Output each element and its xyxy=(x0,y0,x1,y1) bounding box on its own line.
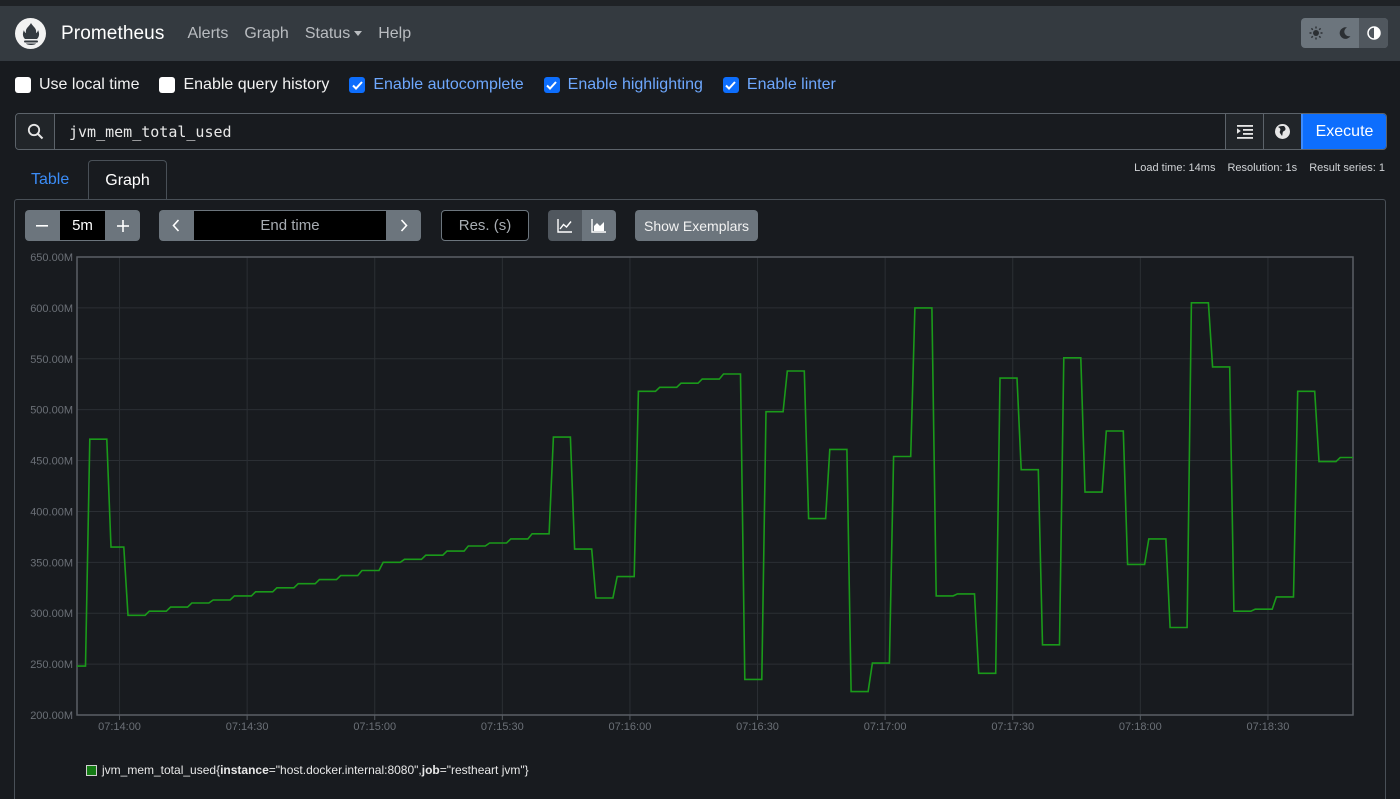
resolution-input[interactable]: Res. (s) xyxy=(441,210,529,241)
end-time-picker: End time xyxy=(159,210,421,241)
decrease-range-button[interactable] xyxy=(25,210,59,241)
legend-eq: =" xyxy=(439,763,452,777)
format-expression-icon[interactable] xyxy=(1225,114,1263,149)
increase-range-button[interactable] xyxy=(106,210,140,241)
execute-button[interactable]: Execute xyxy=(1301,114,1386,149)
option-enable-linter[interactable]: Enable linter xyxy=(722,76,836,94)
option-use-local-time[interactable]: Use local time xyxy=(15,76,139,94)
option-label: Enable highlighting xyxy=(567,76,703,93)
metrics-explorer-globe-icon[interactable] xyxy=(1263,114,1301,149)
sun-icon[interactable] xyxy=(1301,18,1330,48)
tab-table[interactable]: Table xyxy=(15,160,85,200)
option-label: Enable linter xyxy=(746,76,836,93)
option-label: Enable query history xyxy=(183,76,330,93)
chevron-left-icon[interactable] xyxy=(159,210,193,241)
checkbox-checked-icon[interactable] xyxy=(722,77,739,93)
navbar: Prometheus Alerts Graph Status Help xyxy=(0,0,1400,61)
tab-graph[interactable]: Graph xyxy=(88,160,167,200)
option-enable-autocomplete[interactable]: Enable autocomplete xyxy=(349,76,524,94)
query-stats: Load time: 14ms Resolution: 1s Result se… xyxy=(1134,162,1385,174)
legend-eq: =" xyxy=(268,763,281,777)
contrast-icon[interactable] xyxy=(1359,18,1388,48)
nav-status[interactable]: Status xyxy=(304,24,363,43)
brand[interactable]: Prometheus xyxy=(15,18,164,49)
legend-label-key: job xyxy=(421,763,440,777)
line-chart-icon[interactable] xyxy=(548,210,582,241)
show-exemplars-button[interactable]: Show Exemplars xyxy=(635,210,759,241)
result-series: Result series: 1 xyxy=(1309,162,1385,174)
checkbox-unchecked[interactable] xyxy=(15,77,31,93)
chevron-down-icon xyxy=(354,31,363,36)
brand-name: Prometheus xyxy=(61,22,165,44)
query-bar: jvm_mem_total_used Execute xyxy=(15,113,1387,150)
checkbox-checked-icon[interactable] xyxy=(543,77,560,93)
legend-label-value: restheart jvm xyxy=(451,763,521,777)
nav-help[interactable]: Help xyxy=(378,25,411,43)
legend-item[interactable]: jvm_mem_total_used{instance =" host.docker… xyxy=(86,763,529,777)
end-time-input[interactable]: End time xyxy=(193,210,387,241)
nav-status-label: Status xyxy=(304,24,351,42)
checkbox-unchecked[interactable] xyxy=(159,77,176,93)
search-icon xyxy=(16,114,55,149)
legend-brace-close: "} xyxy=(520,763,529,777)
theme-toggle-group xyxy=(1301,18,1388,48)
legend-sep: ", xyxy=(414,763,422,777)
nav-graph[interactable]: Graph xyxy=(244,25,288,43)
option-label: Enable autocomplete xyxy=(373,76,524,93)
legend-metric: jvm_mem_total_used xyxy=(102,763,217,777)
legend-label-key: instance xyxy=(220,763,269,777)
load-time: Load time: 14ms xyxy=(1134,162,1216,174)
resolution: Resolution: 1s xyxy=(1227,162,1298,174)
query-options: Use local time Enable query history Enab… xyxy=(15,76,856,94)
result-tabs: Table Graph xyxy=(15,160,167,200)
moon-icon[interactable] xyxy=(1330,18,1359,48)
graph-controls: 5m End time Res. (s) Show Exemplars xyxy=(25,210,759,241)
range-input[interactable]: 5m xyxy=(59,210,106,241)
prometheus-flame-icon xyxy=(15,18,46,49)
range-stepper: 5m xyxy=(25,210,140,241)
expression-input[interactable]: jvm_mem_total_used xyxy=(55,114,1225,149)
stacked-area-chart-icon[interactable] xyxy=(582,210,616,241)
legend-swatch xyxy=(86,764,97,776)
chart-type-toggle xyxy=(548,210,616,241)
legend-label-value: host.docker.internal:8080 xyxy=(280,763,415,777)
chevron-right-icon[interactable] xyxy=(387,210,421,241)
option-enable-query-history[interactable]: Enable query history xyxy=(159,76,329,94)
option-label: Use local time xyxy=(39,76,140,93)
option-enable-highlighting[interactable]: Enable highlighting xyxy=(543,76,703,94)
nav-alerts[interactable]: Alerts xyxy=(187,25,228,43)
checkbox-checked-icon[interactable] xyxy=(349,77,366,93)
graph-panel xyxy=(14,199,1386,799)
